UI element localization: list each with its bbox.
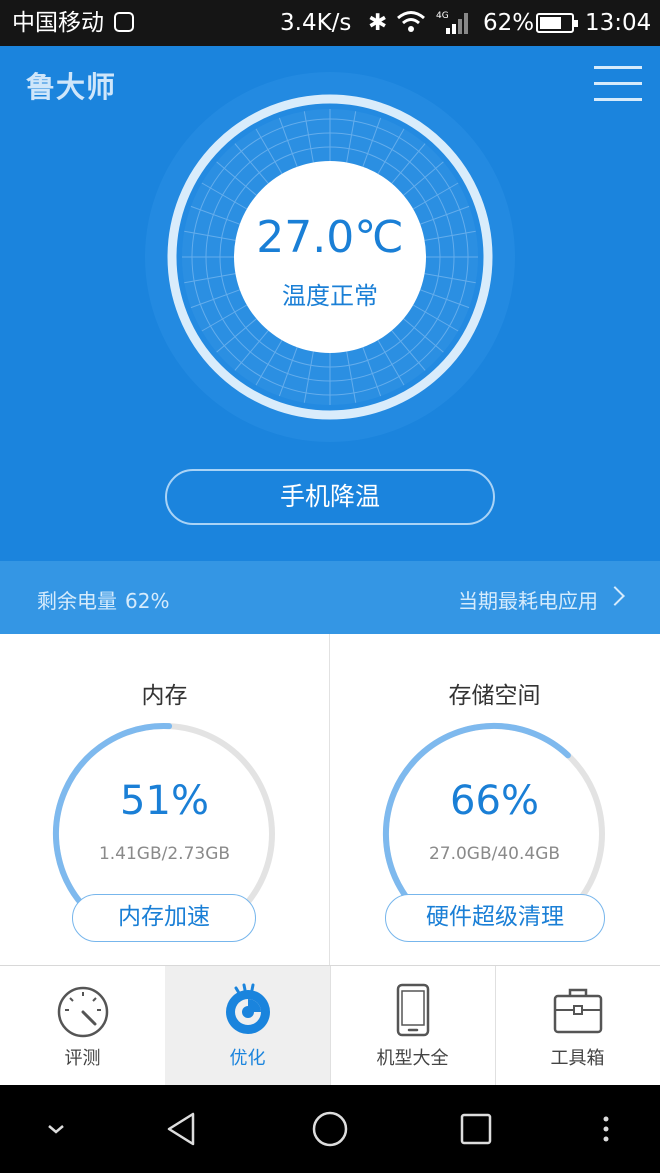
remaining-battery-value: 62% — [125, 589, 170, 613]
tab-label: 机型大全 — [376, 1048, 449, 1069]
memory-boost-button[interactable]: 内存加速 — [72, 894, 256, 942]
toolbox-icon — [553, 988, 602, 1034]
bluetooth-icon: ✱ — [368, 10, 388, 36]
power-hungry-apps-link[interactable]: 当期最耗电应用 — [458, 585, 598, 614]
wifi-icon — [397, 11, 425, 32]
memory-percent: 51% — [120, 778, 209, 824]
app-logo: 鲁大师 — [26, 70, 117, 104]
system-navigation-bar — [0, 1085, 660, 1173]
bottom-tab-bar: 评测 优化 机型大全 工具箱 — [0, 965, 660, 1086]
remaining-battery: 剩余电量 62% — [37, 585, 169, 614]
memory-card: 内存 51% 1.41GB/2.73GB 内存加速 — [0, 634, 329, 965]
temperature-status: 温度正常 — [282, 282, 378, 310]
network-type-label: 4G — [436, 11, 449, 21]
tab-label: 优化 — [229, 1048, 266, 1069]
status-bar: 中国移动 3.4K/s ✱ 4G 62% 13:04 — [0, 0, 660, 46]
temperature-value: 27.0℃ — [256, 212, 404, 263]
resource-cards: 内存 51% 1.41GB/2.73GB 内存加速 存储空间 66% 27.0G… — [0, 634, 660, 965]
back-icon[interactable] — [163, 1109, 203, 1149]
storage-usage: 27.0GB/40.4GB — [428, 844, 561, 864]
home-icon[interactable] — [310, 1109, 350, 1149]
recents-icon[interactable] — [456, 1109, 496, 1149]
chevron-down-icon[interactable] — [36, 1109, 76, 1149]
memory-title: 内存 — [141, 683, 188, 709]
storage-percent: 66% — [450, 778, 539, 824]
network-speed: 3.4K/s — [280, 10, 352, 36]
tab-phone-models[interactable]: 机型大全 — [330, 966, 495, 1086]
optimize-icon — [225, 983, 270, 1034]
hardware-clean-button[interactable]: 硬件超级清理 — [385, 894, 605, 942]
battery-percent: 62% — [483, 10, 535, 36]
tab-label: 评测 — [64, 1048, 101, 1069]
chevron-right-icon — [605, 586, 625, 606]
storage-card: 存储空间 66% 27.0GB/40.4GB 硬件超级清理 — [330, 634, 659, 965]
remaining-battery-label: 剩余电量 — [37, 589, 117, 613]
phone-icon — [396, 983, 429, 1037]
cool-down-button[interactable]: 手机降温 — [165, 469, 495, 525]
tab-label: 工具箱 — [550, 1048, 605, 1069]
hamburger-menu-icon[interactable] — [594, 66, 642, 104]
tab-optimize[interactable]: 优化 — [165, 966, 330, 1086]
temperature-panel: 鲁大师 27.0℃ 温度正常 手机降温 — [0, 46, 660, 561]
more-options-icon[interactable] — [586, 1109, 626, 1149]
tab-toolbox[interactable]: 工具箱 — [495, 966, 660, 1086]
notification-icon — [114, 12, 134, 32]
signal-icon: 4G — [436, 11, 468, 34]
memory-usage: 1.41GB/2.73GB — [98, 844, 231, 864]
battery-icon — [536, 13, 578, 33]
battery-strip[interactable]: 剩余电量 62% 当期最耗电应用 — [0, 561, 660, 634]
speedometer-icon — [57, 986, 108, 1038]
tab-benchmark[interactable]: 评测 — [0, 966, 165, 1086]
storage-title: 存储空间 — [448, 683, 541, 709]
carrier-label: 中国移动 — [12, 10, 104, 36]
clock: 13:04 — [585, 10, 652, 36]
